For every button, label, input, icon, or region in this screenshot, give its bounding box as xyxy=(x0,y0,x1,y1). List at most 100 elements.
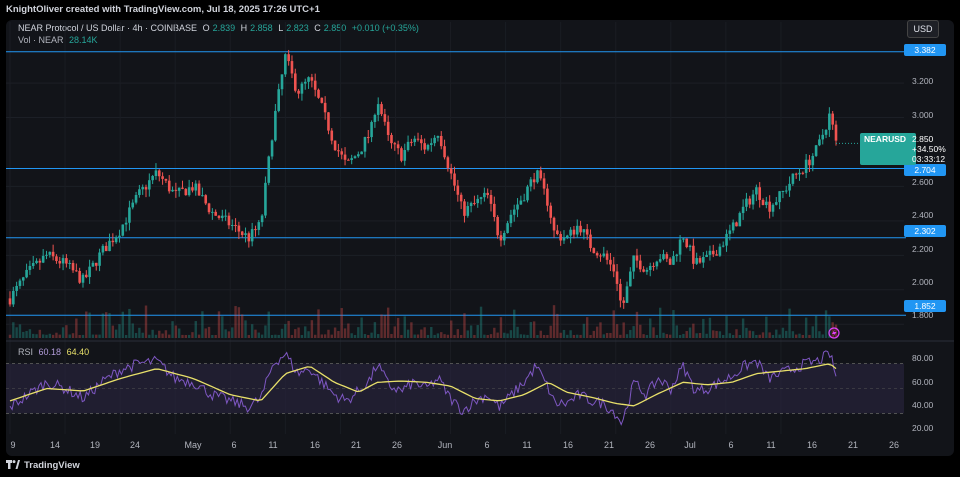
volume-bar xyxy=(18,324,22,338)
volume-bar xyxy=(708,317,712,338)
volume-bar xyxy=(811,326,814,338)
candle-body xyxy=(333,140,337,151)
x-tick: 26 xyxy=(644,440,656,450)
volume-bar xyxy=(254,329,257,338)
chart-plot[interactable] xyxy=(0,0,960,477)
quote-timer: 03:33:12 xyxy=(912,154,946,164)
candle-body xyxy=(721,245,725,247)
candle-body xyxy=(569,229,572,236)
x-tick: 16 xyxy=(562,440,574,450)
candle-body xyxy=(429,143,433,145)
volume-bar xyxy=(121,311,124,338)
volume-bar xyxy=(85,311,88,338)
candle-body xyxy=(38,260,42,263)
candle-body xyxy=(443,146,446,158)
candle-body xyxy=(522,200,526,202)
candle-body xyxy=(715,254,718,256)
candle-body xyxy=(632,255,635,272)
volume-bar xyxy=(406,329,410,338)
volume-bar xyxy=(241,314,244,338)
candle-body xyxy=(566,235,569,238)
candle-body xyxy=(237,225,241,232)
volume-bar xyxy=(370,332,373,338)
volume-bar xyxy=(755,334,758,338)
candle-body xyxy=(711,250,715,255)
candle-body xyxy=(317,89,320,98)
volume-bar xyxy=(622,322,625,338)
candle-body xyxy=(94,262,98,266)
candle-body xyxy=(284,54,287,75)
candle-body xyxy=(453,173,456,186)
volume-bar xyxy=(78,334,81,338)
volume-bar xyxy=(128,308,131,338)
price-tick: 2.200 xyxy=(912,244,934,254)
x-tick: 11 xyxy=(268,440,278,450)
volume-bar xyxy=(224,329,227,338)
candle-body xyxy=(648,265,652,271)
x-tick: 16 xyxy=(806,440,818,450)
x-tick: 11 xyxy=(522,440,532,450)
volume-bar xyxy=(522,334,526,338)
volume-bar xyxy=(649,318,652,338)
candle-body xyxy=(118,235,121,238)
candle-body xyxy=(463,201,466,216)
candle-body xyxy=(788,183,791,191)
volume-bar xyxy=(566,334,569,338)
rsi-tick: 60.00 xyxy=(912,377,934,387)
candle-body xyxy=(559,234,562,241)
volume-bar xyxy=(25,330,28,338)
volume-bar xyxy=(735,329,738,338)
candle-body xyxy=(191,187,194,191)
volume-bar xyxy=(357,327,360,338)
volume-bar xyxy=(715,330,718,338)
candle-body xyxy=(144,187,148,190)
volume-bar xyxy=(383,315,387,338)
volume-bar xyxy=(118,324,121,338)
volume-bar xyxy=(181,334,184,338)
candle-body xyxy=(539,170,543,179)
candle-body xyxy=(506,223,509,233)
candle-body xyxy=(436,135,440,138)
candle-body xyxy=(768,201,771,212)
volume-bar xyxy=(602,334,605,338)
volume-bar xyxy=(519,334,523,338)
candle-body xyxy=(197,183,201,196)
volume-bar xyxy=(284,324,287,338)
volume-bar xyxy=(542,334,546,338)
candle-body xyxy=(386,121,390,136)
candle-body xyxy=(121,224,125,236)
candle-body xyxy=(75,270,78,272)
currency-button[interactable]: USD xyxy=(907,20,939,38)
volume-bar xyxy=(101,313,105,338)
candle-body xyxy=(824,129,828,135)
volume-bar xyxy=(290,334,294,338)
volume-bar xyxy=(51,334,55,338)
volume-bar xyxy=(340,308,343,338)
candle-body xyxy=(45,254,48,256)
candle-body xyxy=(201,195,204,197)
candle-body xyxy=(68,262,72,264)
volume-bar xyxy=(105,312,108,338)
candle-body xyxy=(78,270,81,283)
candle-body xyxy=(413,138,417,143)
volume-bar xyxy=(652,327,655,338)
candle-body xyxy=(622,300,625,303)
volume-bar xyxy=(483,334,486,338)
volume-bar xyxy=(71,333,75,338)
volume-bar xyxy=(556,313,559,338)
candle-body xyxy=(536,170,539,183)
candle-body xyxy=(615,271,619,284)
candle-body xyxy=(526,186,529,201)
volume-bar xyxy=(672,310,675,338)
candle-body xyxy=(542,178,546,189)
candle-body xyxy=(761,199,765,206)
volume-bar xyxy=(280,328,284,338)
volume-bar xyxy=(257,332,260,338)
candle-body xyxy=(502,232,506,241)
candle-body xyxy=(483,192,486,198)
candle-body xyxy=(466,206,470,216)
volume-bar xyxy=(675,325,678,338)
volume-bar xyxy=(367,334,370,338)
volume-bar xyxy=(655,334,659,338)
volume-bar xyxy=(612,310,615,338)
